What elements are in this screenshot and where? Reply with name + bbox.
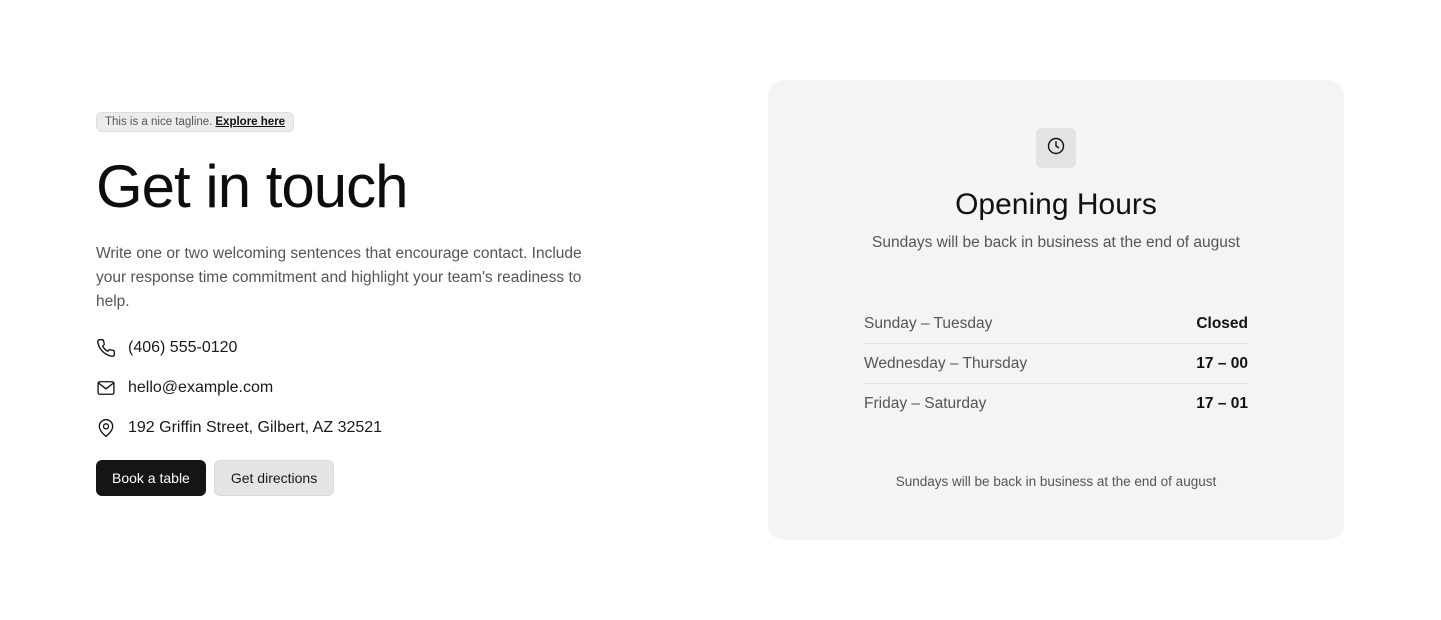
contact-phone[interactable]: (406) 555-0120: [96, 336, 616, 360]
map-pin-icon: [96, 418, 116, 438]
hours-subtitle: Sundays will be back in business at the …: [872, 234, 1240, 251]
explore-link[interactable]: Explore here: [215, 116, 285, 128]
page-title: Get in touch: [96, 153, 409, 220]
contact-email[interactable]: hello@example.com: [96, 376, 616, 400]
hours-row: Friday – Saturday 17 – 01: [864, 384, 1248, 424]
action-buttons: Book a table Get directions: [96, 460, 616, 496]
hours-time: Closed: [1196, 314, 1248, 332]
hours-day: Wednesday – Thursday: [864, 354, 1028, 372]
email-address: hello@example.com: [128, 379, 274, 396]
hours-time: 17 – 01: [1196, 395, 1248, 412]
intro-text: Write one or two welcoming sentences tha…: [96, 245, 582, 310]
tagline-badge: This is a nice tagline. Explore here: [96, 112, 295, 132]
contact-section: This is a nice tagline. Explore here Get…: [96, 112, 616, 496]
hours-footer-note: Sundays will be back in business at the …: [895, 474, 1217, 489]
get-directions-button[interactable]: Get directions: [213, 460, 335, 496]
clock-icon: [1046, 136, 1066, 161]
book-table-button[interactable]: Book a table: [96, 460, 206, 496]
contact-page: This is a nice tagline. Explore here Get…: [0, 0, 1441, 620]
phone-number: (406) 555-0120: [128, 339, 238, 356]
hours-time: 17 – 00: [1196, 354, 1248, 372]
hours-title: Opening Hours: [955, 188, 1157, 221]
hours-row: Wednesday – Thursday 17 – 00: [864, 344, 1248, 384]
tagline-text: This is a nice tagline.: [105, 116, 213, 128]
hours-row: Sunday – Tuesday Closed: [864, 304, 1248, 344]
hours-day: Friday – Saturday: [864, 395, 987, 412]
street-address: 192 Griffin Street, Gilbert, AZ 32521: [128, 419, 383, 436]
hours-list: Sunday – Tuesday Closed Wednesday – Thur…: [864, 304, 1248, 424]
hours-day: Sunday – Tuesday: [864, 314, 993, 332]
phone-icon: [96, 338, 116, 358]
mail-icon: [96, 378, 116, 398]
contact-list: (406) 555-0120 hello@example.com 192 Gri…: [96, 336, 616, 440]
clock-icon-container: [1036, 128, 1076, 168]
opening-hours-card: Opening Hours Sundays will be back in bu…: [768, 80, 1344, 540]
contact-address[interactable]: 192 Griffin Street, Gilbert, AZ 32521: [96, 416, 616, 440]
